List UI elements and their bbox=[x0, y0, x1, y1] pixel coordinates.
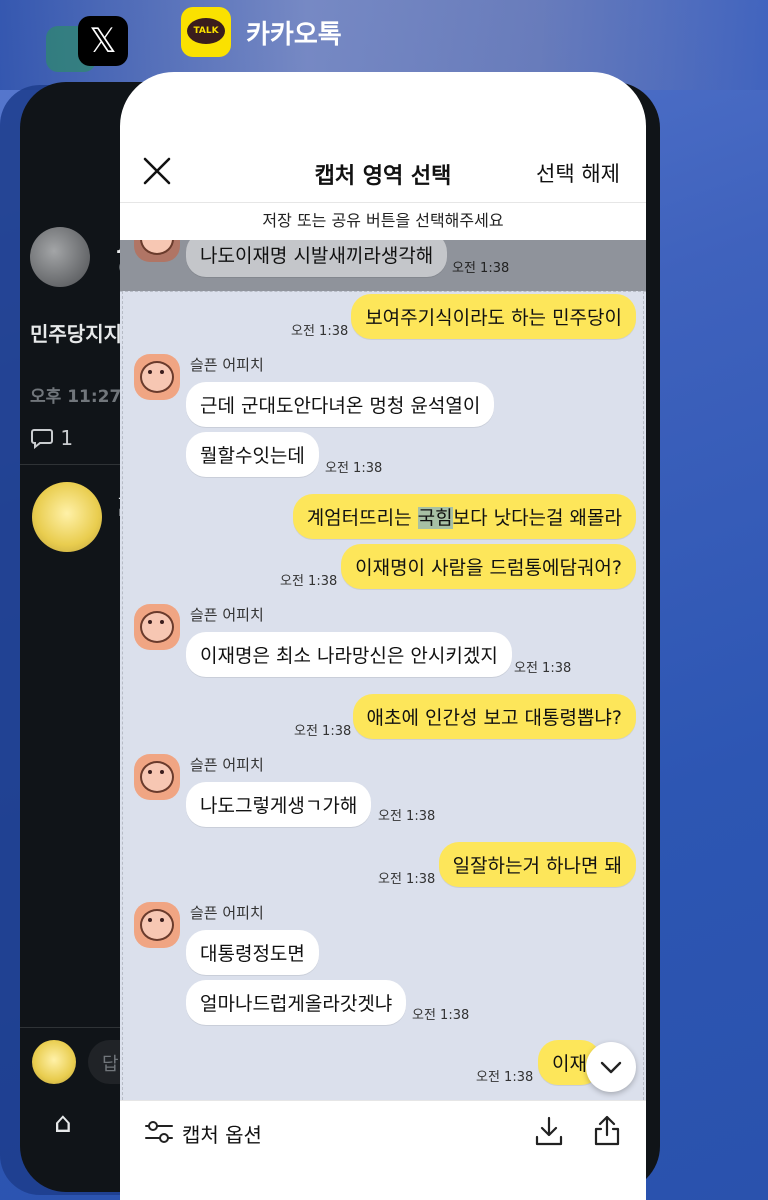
chevron-down-icon bbox=[600, 1061, 622, 1074]
deselect-button[interactable]: 선택 해제 bbox=[536, 158, 620, 188]
chat-bubble-incoming[interactable]: 나도이재명 시발새끼라생각해 bbox=[186, 240, 448, 277]
chat-bubble-incoming[interactable]: 이재명은 최소 나라망신은 안시키겠지 bbox=[186, 632, 512, 677]
sender-name: 슬픈 어피치 bbox=[190, 356, 264, 374]
capture-options-button[interactable]: 캡처 옵션 bbox=[182, 1119, 262, 1148]
chat-bubble-outgoing[interactable]: 계엄터뜨리는 국힘보다 낫다는걸 왜몰라 bbox=[292, 494, 636, 539]
my-avatar bbox=[32, 1040, 76, 1084]
selection-top-border[interactable] bbox=[120, 291, 646, 292]
sender-avatar[interactable] bbox=[134, 354, 180, 400]
kakaotalk-app-icon[interactable]: TALK bbox=[181, 7, 231, 57]
kakao-icon-text: TALK bbox=[187, 18, 225, 44]
message-time: 오전 1:38 bbox=[291, 324, 349, 339]
chat-bubble-outgoing[interactable]: 일잘하는거 하나면 돼 bbox=[438, 842, 636, 887]
message-text: 계엄터뜨리는 bbox=[306, 507, 418, 529]
message-text: 보다 낫다는걸 왜몰라 bbox=[452, 507, 622, 529]
kakaotalk-app-title: 카카오톡 bbox=[246, 20, 342, 50]
post-time: 오후 11:27 · bbox=[30, 387, 134, 407]
chat-bubble-incoming[interactable]: 근데 군대도안다녀온 멍청 윤석열이 bbox=[186, 382, 495, 427]
message-time: 오전 1:38 bbox=[412, 1008, 470, 1023]
avatar bbox=[30, 227, 90, 287]
home-icon[interactable]: ⌂ bbox=[54, 1106, 72, 1139]
comment-icon bbox=[31, 429, 53, 450]
message-time: 오전 1:38 bbox=[294, 724, 352, 739]
chat-area[interactable]: 나도이재명 시발새끼라생각해 오전 1:38 보여주기식이라도 하는 민주당이 … bbox=[120, 240, 646, 1100]
sender-name: 슬픈 어피치 bbox=[190, 904, 264, 922]
reply-count-value: 1 bbox=[60, 426, 74, 450]
sliders-icon[interactable] bbox=[144, 1119, 174, 1145]
kakaotalk-app-card[interactable]: 캡처 영역 선택 선택 해제 저장 또는 공유 버튼을 선택해주세요 나도이재명… bbox=[120, 72, 646, 1200]
sender-avatar[interactable] bbox=[134, 604, 180, 650]
chat-bubble-outgoing[interactable]: 보여주기식이라도 하는 민주당이 bbox=[351, 294, 636, 339]
message-time: 오전 1:38 bbox=[452, 261, 510, 276]
share-icon[interactable] bbox=[592, 1113, 622, 1147]
message-time: 오전 1:38 bbox=[378, 872, 436, 887]
chat-bubble-incoming[interactable]: 대통령정도면 bbox=[186, 930, 319, 975]
message-time: 오전 1:38 bbox=[280, 574, 338, 589]
reply-avatar bbox=[32, 482, 102, 552]
message-time: 오전 1:38 bbox=[476, 1070, 534, 1085]
capture-hint: 저장 또는 공유 버튼을 선택해주세요 bbox=[120, 202, 646, 242]
download-icon[interactable] bbox=[534, 1115, 564, 1147]
selection-right-border bbox=[643, 291, 644, 1100]
chat-bubble-incoming[interactable]: 뭘할수잇는데 bbox=[186, 432, 319, 477]
scroll-down-button[interactable] bbox=[586, 1042, 636, 1092]
sender-avatar[interactable] bbox=[134, 902, 180, 948]
chat-bubble-outgoing[interactable]: 이재명이 사람을 드럼통에담궈어? bbox=[341, 544, 636, 589]
selection-left-border bbox=[122, 291, 123, 1100]
chat-bubble-incoming[interactable]: 얼마나드럽게올라갓겟냐 bbox=[186, 980, 407, 1025]
highlighted-text: 국힘 bbox=[417, 507, 453, 529]
reply-count: 1 bbox=[30, 426, 73, 450]
message-time: 오전 1:38 bbox=[514, 661, 572, 676]
chat-bubble-incoming[interactable]: 나도그렇게생ㄱ가해 bbox=[186, 782, 372, 827]
x-app-icon[interactable]: 𝕏 bbox=[78, 16, 128, 66]
bottom-toolbar: 캡처 옵션 bbox=[120, 1100, 646, 1200]
post-text: 민주당지지 bbox=[30, 322, 122, 346]
sender-avatar[interactable] bbox=[134, 240, 180, 262]
sender-name: 슬픈 어피치 bbox=[190, 756, 264, 774]
chat-bubble-outgoing[interactable]: 애초에 인간성 보고 대통령뽑냐? bbox=[352, 694, 636, 739]
sender-avatar[interactable] bbox=[134, 754, 180, 800]
sender-name: 슬픈 어피치 bbox=[190, 606, 264, 624]
message-time: 오전 1:38 bbox=[325, 461, 383, 476]
message-time: 오전 1:38 bbox=[378, 809, 436, 824]
